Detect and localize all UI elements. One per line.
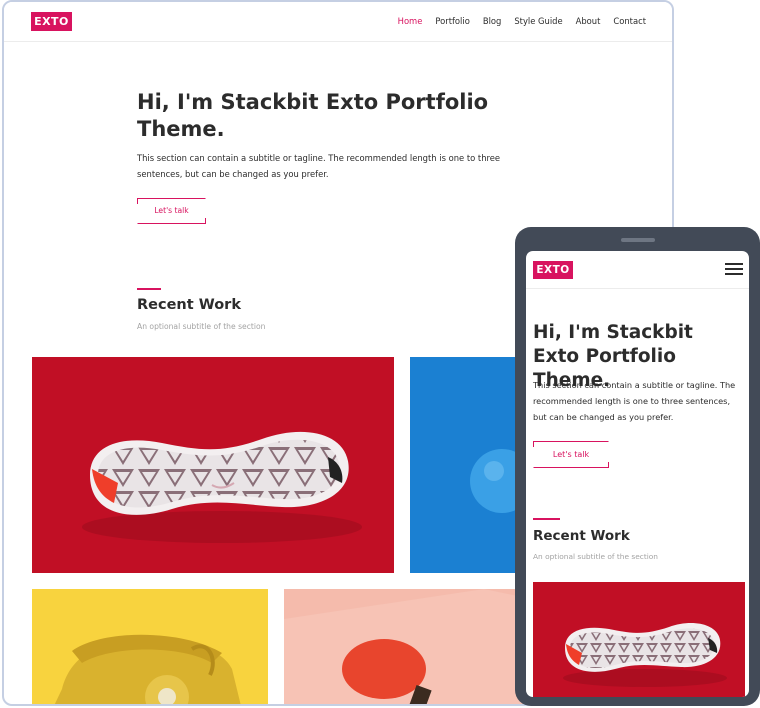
- nav-about[interactable]: About: [576, 16, 601, 26]
- site-logo[interactable]: EXTO: [31, 12, 72, 31]
- mobile-section-title: Recent Work: [533, 528, 630, 544]
- nav-style-guide[interactable]: Style Guide: [514, 16, 562, 26]
- section-accent-line: [137, 288, 161, 290]
- mobile-hero-subtitle: This section can contain a subtitle or t…: [533, 380, 736, 422]
- mobile-sneaker-sole-image: [563, 623, 727, 687]
- mobile-section-subtitle: An optional subtitle of the section: [533, 552, 658, 561]
- main-nav: Home Portfolio Blog Style Guide About Co…: [398, 16, 646, 26]
- hero-title: Hi, I'm Stackbit Exto Portfolio Theme.: [137, 90, 489, 141]
- mobile-site-logo[interactable]: EXTO: [533, 261, 573, 279]
- section-subtitle: An optional subtitle of the section: [137, 322, 266, 331]
- portfolio-tile-sneaker[interactable]: [32, 357, 394, 573]
- mobile-portfolio-tile-sneaker[interactable]: [533, 582, 745, 697]
- hamburger-line: [725, 263, 743, 265]
- yellow-telephone-image: [54, 634, 241, 704]
- portfolio-tile-telephone[interactable]: [32, 589, 268, 704]
- nav-home[interactable]: Home: [398, 16, 423, 26]
- section-title: Recent Work: [137, 297, 241, 313]
- nav-contact[interactable]: Contact: [613, 16, 646, 26]
- sneaker-sole-image: [82, 431, 362, 543]
- mobile-device-frame: EXTO Hi, I'm Stackbit Exto Portfolio The…: [515, 227, 760, 706]
- hamburger-line: [725, 273, 743, 275]
- hero-subtitle: This section can contain a subtitle or t…: [137, 153, 501, 179]
- hamburger-menu-icon[interactable]: [725, 263, 743, 275]
- mobile-lets-talk-button[interactable]: Let's talk: [533, 441, 609, 468]
- nav-portfolio[interactable]: Portfolio: [435, 16, 469, 26]
- lets-talk-button[interactable]: Let's talk: [137, 198, 206, 224]
- phone-speaker: [621, 238, 655, 242]
- hamburger-line: [725, 268, 743, 270]
- desktop-header: EXTO Home Portfolio Blog Style Guide Abo…: [4, 2, 672, 42]
- mobile-header: EXTO: [526, 251, 749, 289]
- nav-blog[interactable]: Blog: [483, 16, 502, 26]
- mobile-section-accent-line: [533, 518, 560, 520]
- mobile-screen: EXTO Hi, I'm Stackbit Exto Portfolio The…: [526, 251, 749, 697]
